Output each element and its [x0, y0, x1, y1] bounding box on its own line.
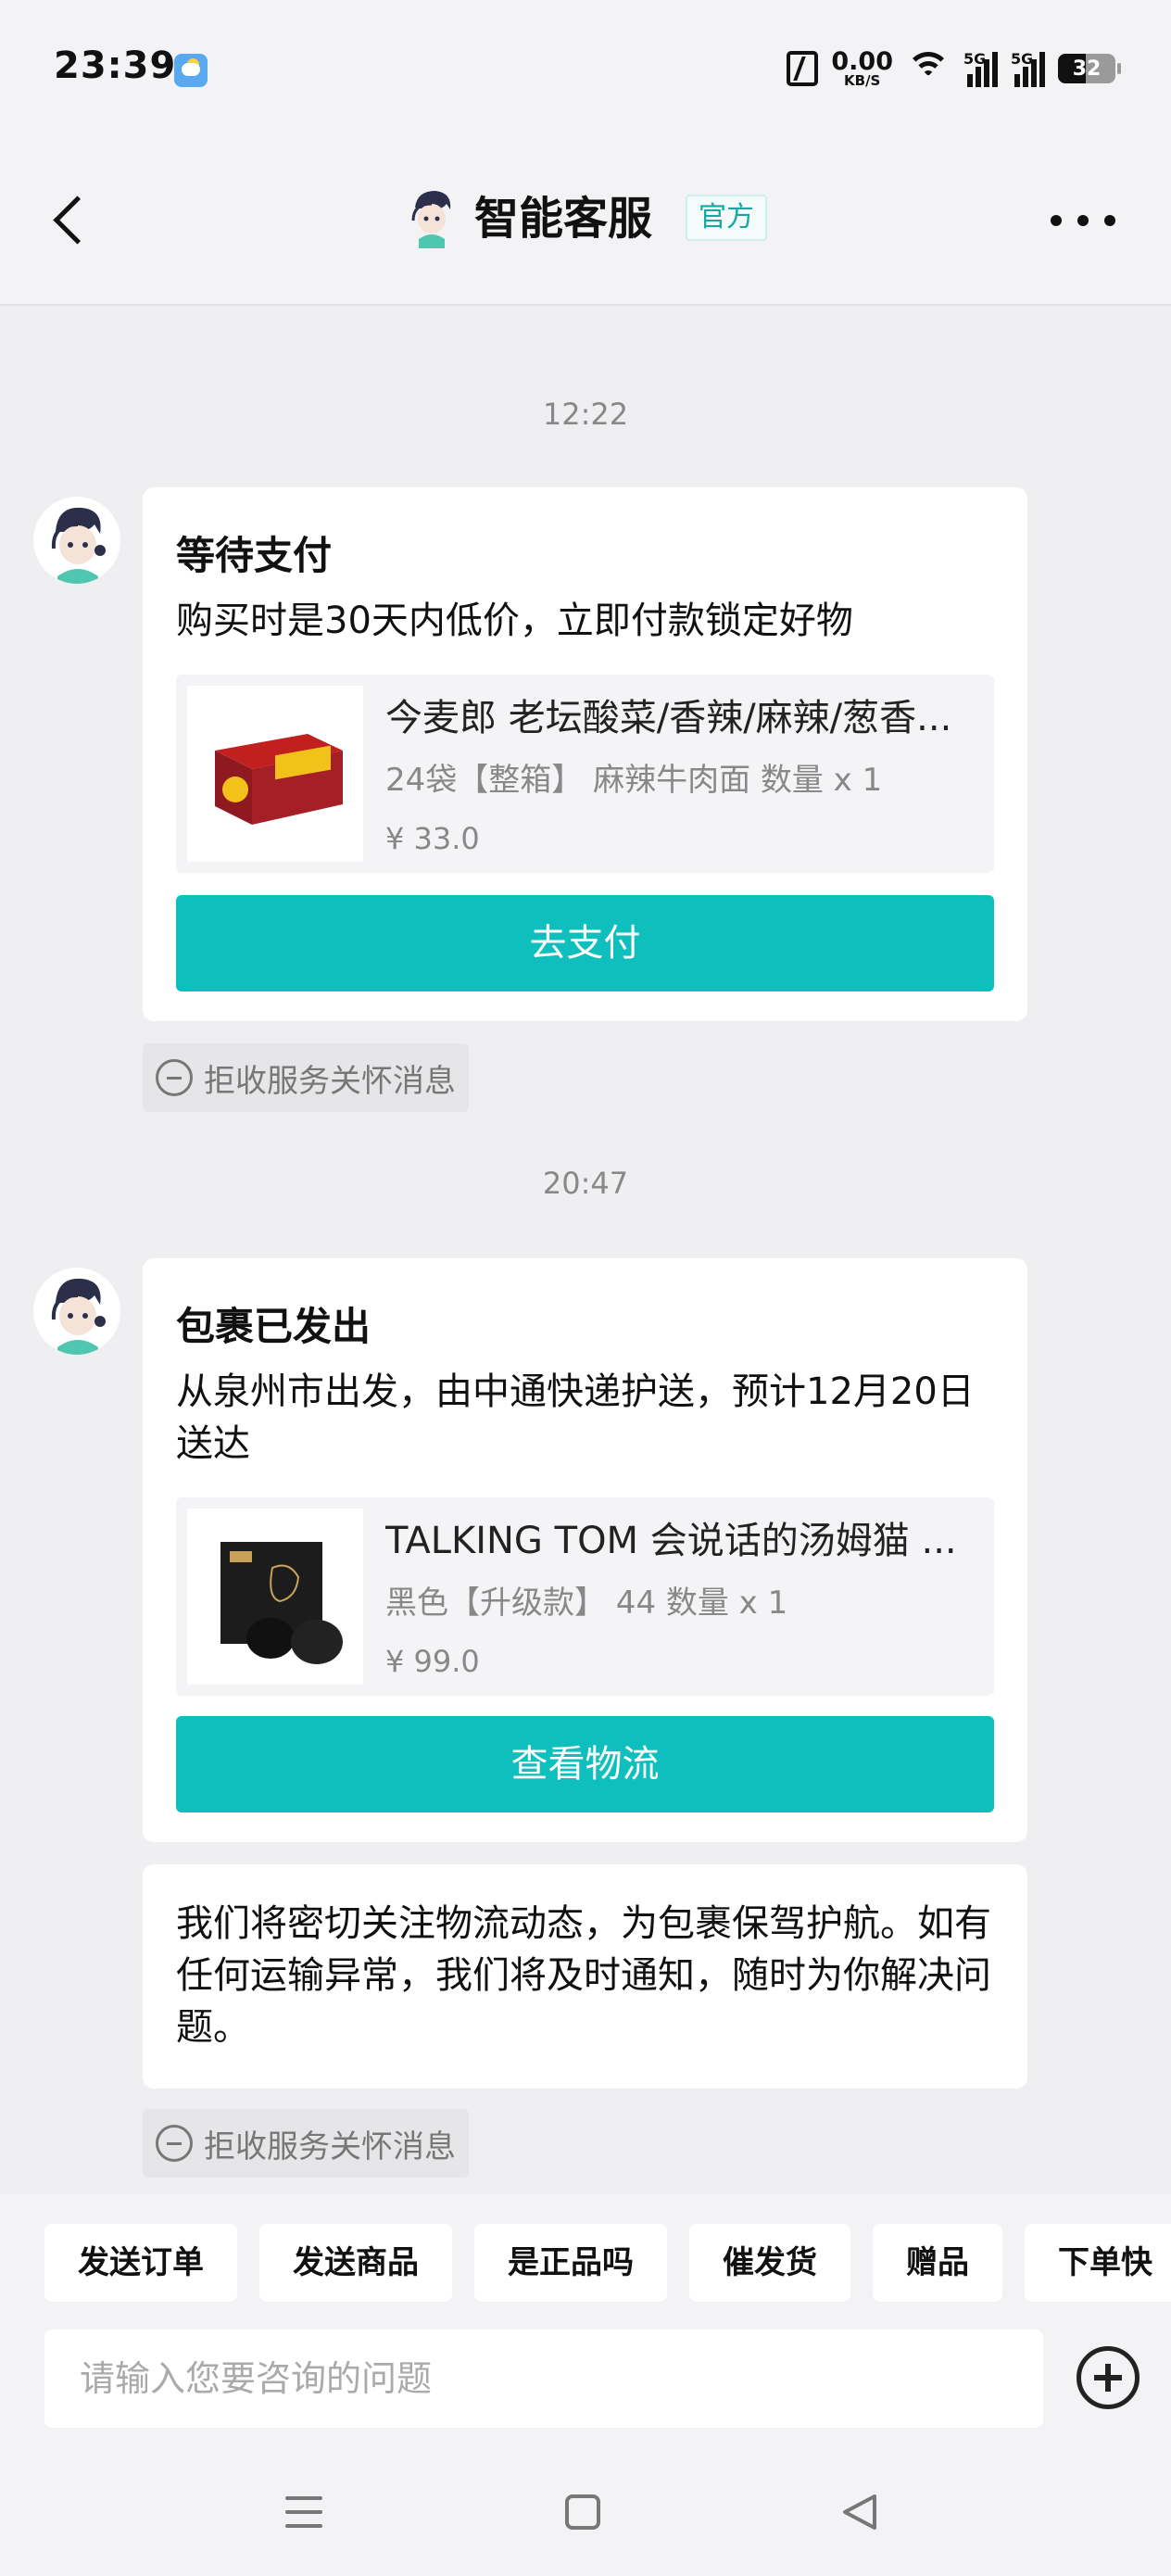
product-name: 今麦郎 老坛酸菜/香辣/麻辣/葱香... — [385, 697, 952, 739]
status-time: 23:39 — [54, 44, 177, 87]
message-timestamp: 20:47 — [542, 1166, 629, 1201]
status-bar: 23:39 0.00 KB/S 5G 5G 32 — [0, 0, 1171, 139]
quick-reply-gift[interactable]: 赠品 — [873, 2224, 1002, 2302]
reject-label: 拒收服务关怀消息 — [204, 2128, 456, 2166]
reject-care-messages[interactable]: 拒收服务关怀消息 — [143, 2109, 469, 2178]
quick-reply-order[interactable]: 下单快 — [1025, 2224, 1171, 2302]
message-text: 我们将密切关注物流动态，为包裹保驾护航。如有任何运输异常，我们将及时通知，随时为… — [176, 1902, 991, 2049]
minus-circle-icon — [156, 2125, 193, 2162]
shipment-card: 包裹已发出 从泉州市出发，由中通快递护送，预计12月20日送达 TALKING … — [143, 1258, 1027, 1842]
message-bubble: 我们将密切关注物流动态，为包裹保驾护航。如有任何运输异常，我们将及时通知，随时为… — [143, 1864, 1027, 2089]
product-price: ¥ 33.0 — [385, 821, 480, 856]
service-avatar — [398, 183, 465, 250]
menu-icon[interactable] — [285, 2496, 322, 2528]
chat-header: 智能客服 官方 — [0, 139, 1171, 306]
back-button[interactable] — [46, 190, 102, 255]
product-item[interactable]: TALKING TOM 会说话的汤姆猫 ... 黑色【升级款】 44 数量 x … — [176, 1497, 994, 1696]
card-title: 包裹已发出 — [176, 1304, 371, 1349]
sim2-label: 5G — [1011, 50, 1034, 68]
product-name: TALKING TOM 会说话的汤姆猫 ... — [385, 1520, 957, 1562]
bot-avatar — [33, 1268, 120, 1355]
sim1-label: 5G — [963, 50, 987, 68]
add-icon[interactable] — [1077, 2346, 1140, 2409]
quick-reply-send-order[interactable]: 发送订单 — [44, 2224, 237, 2302]
nfc-icon — [787, 51, 819, 86]
network-speed-unit: KB/S — [844, 72, 881, 89]
page-title: 智能客服 — [474, 193, 653, 245]
view-logistics-button[interactable]: 查看物流 — [176, 1716, 994, 1812]
network-speed-value: 0.00 — [831, 47, 893, 76]
pay-button[interactable]: 去支付 — [176, 895, 994, 991]
product-item[interactable]: 今麦郎 老坛酸菜/香辣/麻辣/葱香... 24袋【整箱】 麻辣牛肉面 数量 x … — [176, 675, 994, 873]
back-nav-icon[interactable] — [841, 2493, 878, 2532]
status-icons: 0.00 KB/S 5G 5G 32 — [787, 44, 1121, 93]
product-price: ¥ 99.0 — [385, 1644, 480, 1679]
reject-label: 拒收服务关怀消息 — [204, 1062, 456, 1100]
payment-card: 等待支付 购买时是30天内低价，立即付款锁定好物 今麦郎 老坛酸菜/香辣/麻辣/… — [143, 487, 1027, 1021]
bot-avatar — [33, 497, 120, 584]
product-thumbnail — [187, 1509, 363, 1685]
signal-icon-sim1: 5G — [963, 50, 998, 87]
card-description: 从泉州市出发，由中通快递护送，预计12月20日送达 — [176, 1370, 975, 1465]
wifi-icon — [906, 50, 951, 87]
quick-reply-bar: 发送订单 发送商品 是正品吗 催发货 赠品 下单快 — [44, 2224, 1171, 2302]
product-spec: 黑色【升级款】 44 数量 x 1 — [385, 1585, 788, 1622]
network-speed: 0.00 KB/S — [831, 49, 893, 88]
official-badge: 官方 — [686, 195, 767, 241]
message-input[interactable]: 请输入您要咨询的问题 — [44, 2330, 1043, 2428]
reject-care-messages[interactable]: 拒收服务关怀消息 — [143, 1043, 469, 1112]
card-title: 等待支付 — [176, 533, 333, 578]
battery-icon: 32 — [1058, 54, 1121, 83]
card-description: 购买时是30天内低价，立即付款锁定好物 — [176, 600, 853, 642]
battery-level: 32 — [1072, 57, 1102, 81]
product-spec: 24袋【整箱】 麻辣牛肉面 数量 x 1 — [385, 762, 883, 799]
home-icon[interactable] — [565, 2494, 600, 2530]
quick-reply-send-product[interactable]: 发送商品 — [259, 2224, 452, 2302]
signal-icon-sim2: 5G — [1011, 50, 1045, 87]
quick-reply-authentic[interactable]: 是正品吗 — [474, 2224, 667, 2302]
bottom-panel: 发送订单 发送商品 是正品吗 催发货 赠品 下单快 请输入您要咨询的问题 — [0, 2194, 1171, 2576]
minus-circle-icon — [156, 1059, 193, 1096]
weather-icon — [174, 54, 208, 87]
quick-reply-urge-shipping[interactable]: 催发货 — [689, 2224, 850, 2302]
product-thumbnail — [187, 686, 363, 862]
message-timestamp: 12:22 — [542, 397, 629, 432]
more-options-icon[interactable] — [1051, 215, 1115, 234]
